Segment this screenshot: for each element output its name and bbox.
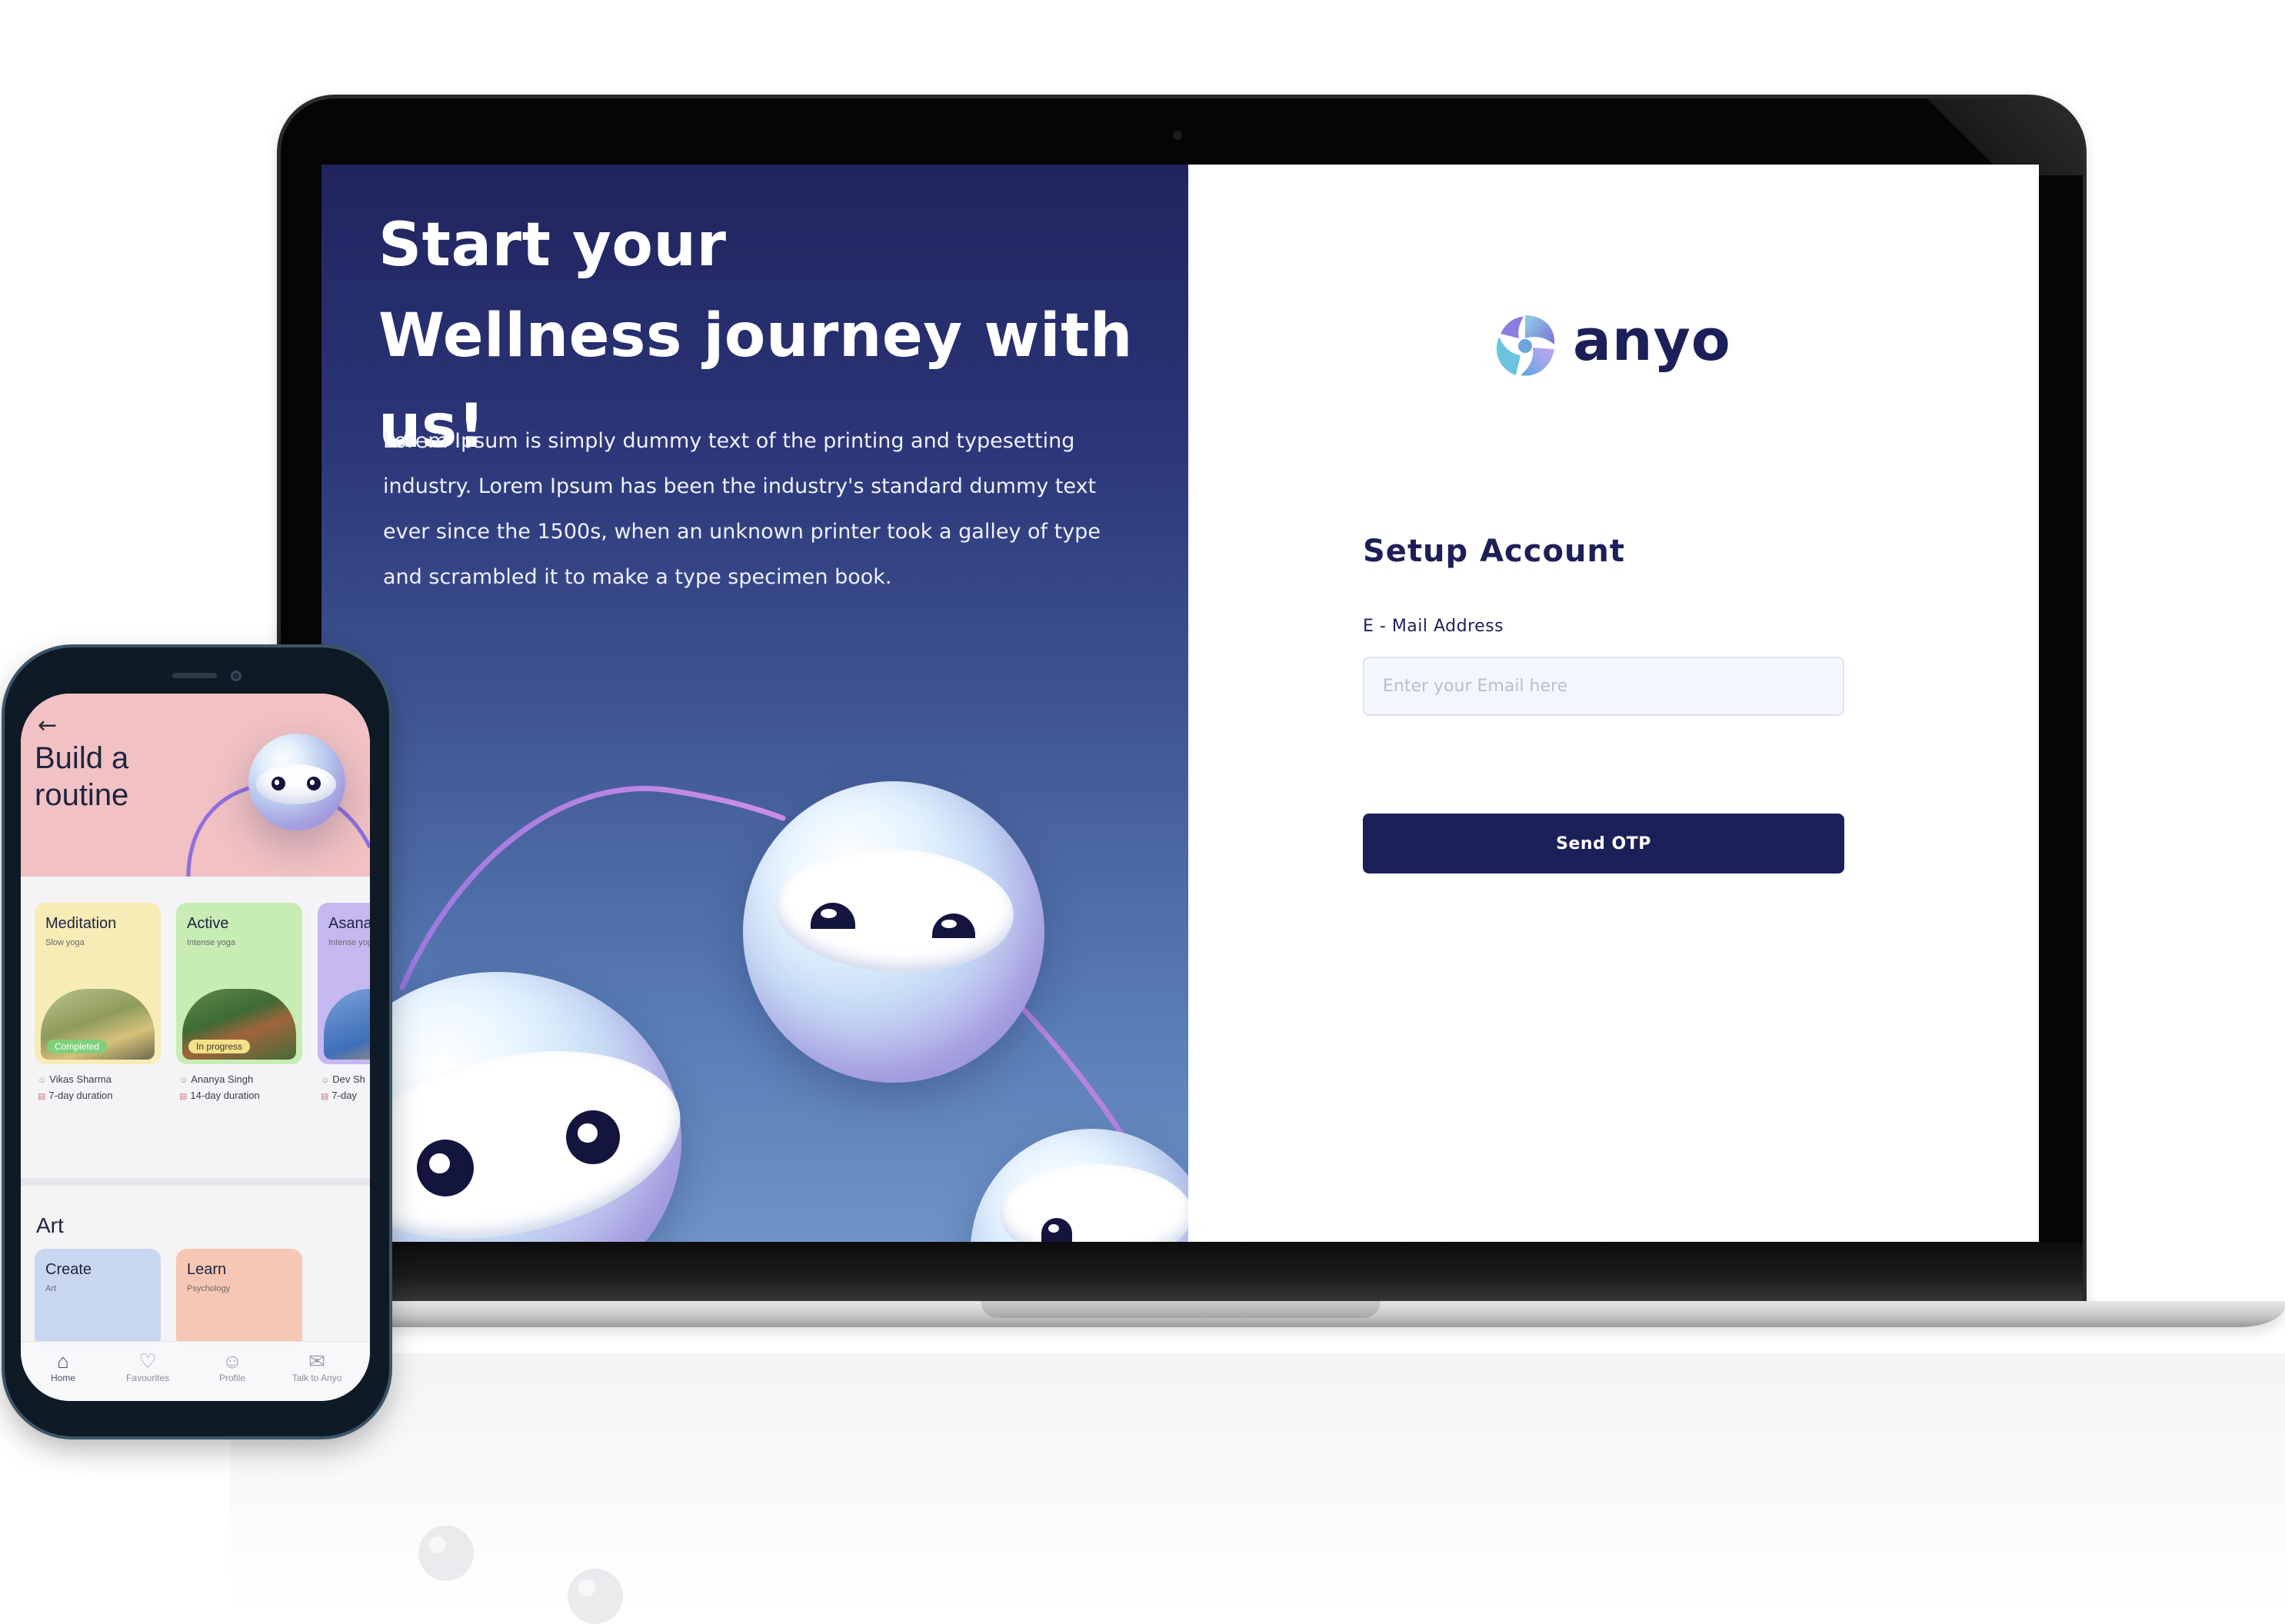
status-badge: Completed [47,1040,108,1053]
tab-favourites[interactable]: ♡ Favourites [105,1349,190,1383]
routine-card[interactable]: Active Intense yoga In progress [176,903,302,1064]
routine-card-subtitle: Intense yoga [187,938,235,947]
hero-panel: Start your Wellness journey with us! Lor… [321,165,1188,1243]
routine-author: Dev Sh [332,1073,365,1085]
routine-duration: 14-day duration [190,1090,260,1101]
tab-label: Talk to Anyo [291,1373,342,1383]
mascot-eye-icon [271,777,285,790]
routine-card-subtitle: Slow yoga [45,938,85,947]
calendar-icon: ▤ [38,1092,46,1101]
email-field[interactable] [1363,657,1844,716]
art-card-title: Learn [187,1261,227,1278]
mascot-eye-icon [307,777,321,790]
art-card[interactable]: Learn Psychology [176,1249,302,1349]
art-card-title: Create [45,1261,92,1278]
back-arrow-icon[interactable]: ← [38,712,57,739]
status-badge: In progress [188,1040,251,1053]
calendar-icon: ▤ [179,1092,188,1101]
laptop-screen: Start your Wellness journey with us! Lor… [321,165,2039,1243]
mascot-eye-icon [566,1110,620,1164]
account-setup-panel: anyo Setup Account E - Mail Address Send… [1188,165,2039,1243]
tab-home[interactable]: ⌂ Home [21,1349,105,1383]
art-card-subtitle: Psychology [187,1284,231,1293]
art-card-subtitle: Art [45,1284,57,1293]
tab-label: Profile [218,1373,245,1383]
tab-talk-to-anyo[interactable]: ✉ Talk to Anyo [275,1349,359,1383]
tab-profile[interactable]: ☺ Profile [190,1349,275,1383]
routine-card-title: Meditation [45,915,117,932]
tab-label: Home [50,1373,75,1383]
art-section-title: Art [36,1213,64,1237]
laptop-bottom-bezel [281,1242,2083,1303]
page-title: Build a routine [35,741,129,812]
author-icon: ☺ [38,1076,47,1085]
author-icon: ☺ [179,1076,188,1085]
phone-speaker [172,673,217,678]
floor-reflection [231,1353,2285,1612]
routine-card-image [324,989,370,1060]
section-divider [21,1178,370,1186]
routine-duration: 7-day duration [48,1090,113,1101]
brand-name: anyo [1573,308,1731,374]
bottom-tab-bar: ⌂ Home ♡ Favourites ☺ Profile ✉ Talk to … [21,1341,370,1401]
email-label: E - Mail Address [1363,617,1504,636]
reflection-eye-icon [418,1526,474,1581]
routine-card-subtitle: Intense yoga [328,938,370,947]
routine-card[interactable]: Meditation Slow yoga Completed [35,903,161,1064]
routine-card-meta: ☺ Ananya Singh ▤ 14-day duration [179,1072,260,1104]
routine-card-meta: ☺ Dev Sh ▤ 7-day [321,1072,365,1104]
art-card[interactable]: Create Art [35,1249,161,1349]
routine-author: Ananya Singh [191,1073,254,1085]
setup-account-title: Setup Account [1363,534,1626,569]
phone-camera [231,671,241,681]
laptop-camera [1173,131,1182,140]
anyo-logo-icon [1496,315,1555,376]
author-icon: ☺ [321,1076,330,1085]
laptop-opening-notch [981,1301,1381,1318]
routine-header: ← Build a routine [21,694,370,877]
mascot-eye-icon [1041,1218,1072,1243]
heart-icon: ♡ [138,1349,157,1373]
profile-icon: ☺ [222,1349,243,1373]
mascot-visor-phone [256,764,336,804]
routine-card-title: Asana [328,915,370,932]
calendar-icon: ▤ [321,1092,329,1101]
routine-card[interactable]: Asana Intense yoga [318,903,370,1064]
chat-icon: ✉ [308,1349,325,1373]
routine-author: Vikas Sharma [49,1073,112,1085]
routine-duration: 7-day [331,1090,357,1101]
send-otp-button[interactable]: Send OTP [1363,814,1844,874]
home-icon: ⌂ [57,1349,69,1373]
mascot-eye-icon [417,1140,474,1196]
routine-card-meta: ☺ Vikas Sharma ▤ 7-day duration [38,1072,113,1104]
routine-card-title: Active [187,915,229,932]
phone-screen: ← Build a routine Meditation Slow yoga C… [21,694,370,1401]
tab-label: Favourites [125,1373,170,1383]
reflection-eye-icon [568,1569,623,1624]
